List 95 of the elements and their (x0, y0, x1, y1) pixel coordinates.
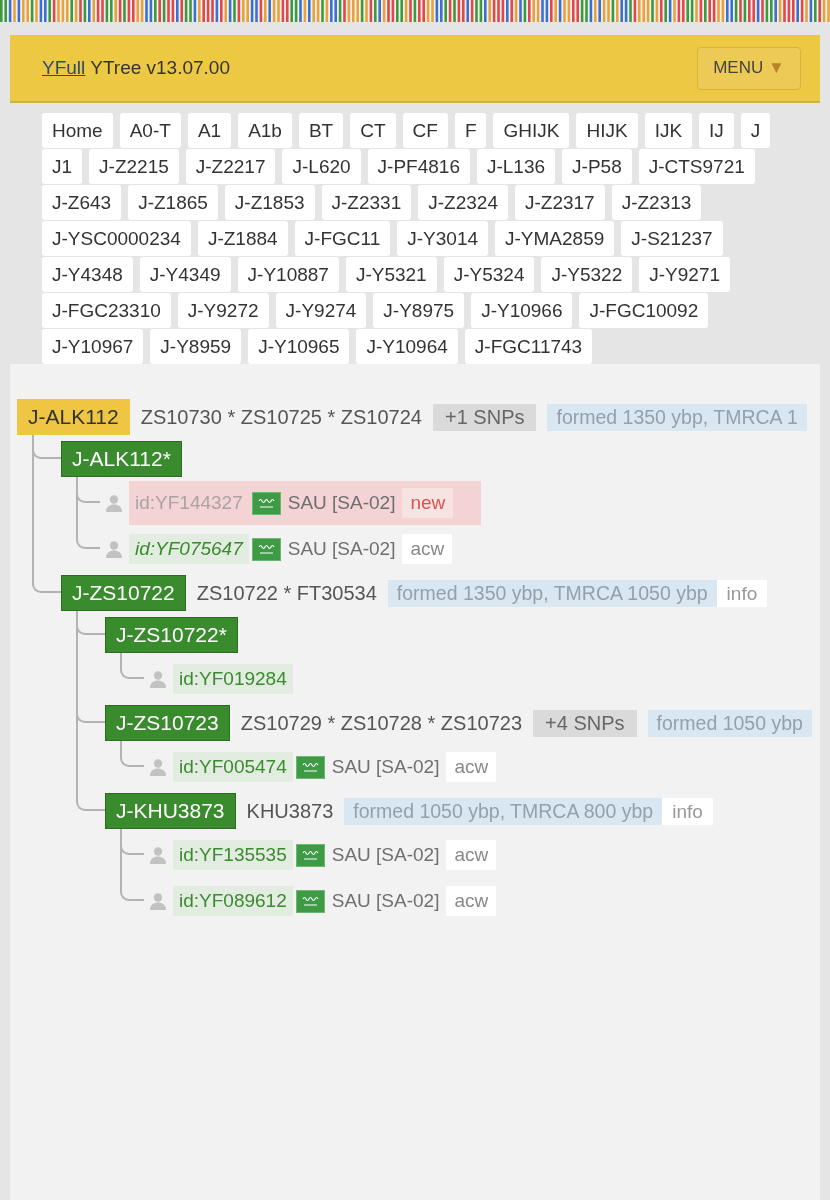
country-code: SAU [SA-02] (287, 538, 396, 560)
breadcrumb-link[interactable]: J-Z643 (42, 185, 122, 220)
breadcrumb-link[interactable]: J-L620 (282, 149, 361, 184)
breadcrumb-link[interactable]: CT (350, 113, 396, 148)
age-estimate: formed 1050 ybp, TMRCA 800 ybp (344, 797, 663, 825)
breadcrumb-link[interactable]: Home (42, 113, 113, 148)
more-snps-button[interactable]: +4 SNPs (533, 709, 637, 737)
breadcrumb-link[interactable]: J-CTS9721 (638, 149, 755, 184)
breadcrumb-link[interactable]: J-Z2317 (514, 185, 605, 220)
clade-link[interactable]: J-ZS10722 (61, 575, 186, 611)
breadcrumb-link[interactable]: J-Y10964 (356, 329, 458, 364)
person-icon (105, 540, 123, 558)
more-snps-button[interactable]: +1 SNPs (433, 403, 537, 431)
breadcrumb-link[interactable]: IJ (699, 113, 734, 148)
breadcrumb-link[interactable]: J-Z1853 (224, 185, 315, 220)
clade-link[interactable]: J-ALK112* (61, 441, 182, 477)
clade-link[interactable]: J-ZS10722* (105, 617, 238, 653)
country-code: SAU [SA-02] (287, 492, 396, 514)
breadcrumb-link[interactable]: J-Y10967 (42, 329, 144, 364)
snp-list: KHU3873 (246, 799, 334, 823)
sample-tag: new (402, 488, 454, 518)
breadcrumb-link[interactable]: J-Y5324 (443, 257, 535, 292)
breadcrumb-link[interactable]: J-L136 (476, 149, 556, 184)
sample-link[interactable]: id:YF089612 (173, 886, 293, 916)
breadcrumb-link[interactable]: J-Y4348 (42, 257, 133, 292)
breadcrumb-link[interactable]: J-Z2215 (89, 149, 179, 184)
breadcrumb-link[interactable]: J-PF4816 (367, 149, 470, 184)
breadcrumb-link[interactable]: J-YMA2859 (495, 221, 615, 256)
person-icon (149, 758, 167, 776)
breadcrumb-link[interactable]: CF (402, 113, 448, 148)
breadcrumb-link[interactable]: J1 (42, 149, 83, 184)
person-icon (105, 494, 123, 512)
sample-link[interactable]: id:YF075647 (129, 534, 249, 564)
breadcrumb-link[interactable]: J-Y5321 (345, 257, 437, 292)
breadcrumb-link[interactable]: J-Z1884 (197, 221, 288, 256)
breadcrumb-link[interactable]: J-Y8975 (373, 293, 465, 328)
breadcrumb-link[interactable]: J-FGC11 (294, 221, 391, 256)
person-icon (149, 670, 167, 688)
breadcrumb-link[interactable]: J-YSC0000234 (42, 221, 191, 256)
breadcrumb-link[interactable]: J-Z2313 (611, 185, 702, 220)
breadcrumb-link[interactable]: F (454, 113, 487, 148)
breadcrumb-link[interactable]: J-S21237 (621, 221, 723, 256)
age-estimate: formed 1050 ybp (647, 709, 812, 737)
breadcrumb-link[interactable]: HIJK (576, 113, 638, 148)
sample-link[interactable]: id:YF005474 (173, 752, 293, 782)
caret-icon: ▼ (767, 58, 785, 77)
clade-link[interactable]: J-KHU3873 (105, 793, 236, 829)
country-code: SAU [SA-02] (331, 844, 440, 866)
clade-link[interactable]: J-ZS10723 (105, 705, 230, 741)
breadcrumb-link[interactable]: J-Y8959 (150, 329, 242, 364)
sample-tag: acw (402, 534, 453, 564)
breadcrumb-link[interactable]: J-Y10965 (248, 329, 350, 364)
site-name-link[interactable]: YFull (42, 57, 86, 78)
breadcrumb-link[interactable]: J-Y9274 (275, 293, 367, 328)
breadcrumb-link[interactable]: J-Y4349 (139, 257, 231, 292)
snp-list: ZS10722 * FT30534 (196, 581, 377, 605)
breadcrumb-link[interactable]: J-Y9272 (177, 293, 269, 328)
breadcrumb-link[interactable]: A1 (187, 113, 232, 148)
breadcrumb-link[interactable]: J-Y10966 (471, 293, 573, 328)
breadcrumb-link[interactable]: J-Y10887 (237, 257, 339, 292)
age-estimate: formed 1350 ybp, TMRCA 1 (547, 403, 807, 431)
page-title: YTree v13.07.00 (90, 57, 230, 78)
tree-line (120, 741, 144, 767)
breadcrumb-link[interactable]: J-FGC10092 (579, 293, 709, 328)
breadcrumb-link[interactable]: J-FGC23310 (42, 293, 171, 328)
person-icon (149, 892, 167, 910)
breadcrumb-link[interactable]: J-Y5322 (541, 257, 633, 292)
menu-button[interactable]: MENU ▼ (697, 46, 801, 90)
breadcrumb-link[interactable]: J-Z1865 (128, 185, 218, 220)
tree-line (120, 653, 144, 679)
breadcrumb-link[interactable]: GHIJK (493, 113, 570, 148)
breadcrumb-link[interactable]: A0-T (119, 113, 181, 148)
breadcrumb-link[interactable]: J-P58 (562, 149, 632, 184)
breadcrumb-link[interactable]: BT (298, 113, 344, 148)
breadcrumb-link[interactable]: J-Z2331 (321, 185, 412, 220)
breadcrumb-link[interactable]: J-FGC11743 (464, 329, 593, 364)
breadcrumb-link[interactable]: IJK (644, 113, 693, 148)
breadcrumb-link[interactable]: J-Y3014 (397, 221, 489, 256)
country-code: SAU [SA-02] (331, 756, 440, 778)
breadcrumb-link[interactable]: J-Y9271 (639, 257, 731, 292)
sample-link[interactable]: id:YF135535 (173, 840, 293, 870)
age-estimate: formed 1350 ybp, TMRCA 1050 ybp (387, 579, 717, 607)
sample-tag: acw (446, 886, 497, 916)
snp-list: ZS10730 * ZS10725 * ZS10724 (140, 405, 422, 429)
country-code: SAU [SA-02] (331, 890, 440, 912)
breadcrumb-link[interactable]: J-Z2217 (185, 149, 276, 184)
breadcrumb-link[interactable]: J (740, 113, 771, 148)
sample-link[interactable]: id:YF019284 (173, 664, 293, 694)
breadcrumb-link[interactable]: J-Z2324 (418, 185, 508, 220)
snp-list: ZS10729 * ZS10728 * ZS10723 (240, 711, 523, 735)
person-icon (149, 846, 167, 864)
sample-tag: acw (446, 752, 497, 782)
sample-tag: acw (446, 840, 497, 870)
clade-link[interactable]: J-ALK112 (17, 399, 130, 435)
breadcrumb-link[interactable]: A1b (238, 113, 292, 148)
